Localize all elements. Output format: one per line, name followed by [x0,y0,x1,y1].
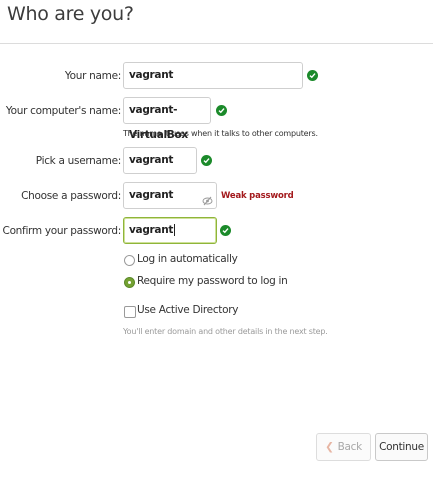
username-label: Pick a username: [35,155,122,167]
active-directory-label[interactable]: Use Active Directory [137,304,238,316]
continue-button[interactable]: Continue [375,433,428,461]
password-strength-label: Weak password [221,191,294,201]
text-cursor [174,224,176,236]
chevron-left-icon: ❮ [325,441,334,453]
login-automatically-label[interactable]: Log in automatically [137,253,238,265]
require-password-label[interactable]: Require my password to log in [137,275,288,287]
confirm-password-valid-check-icon [220,225,231,236]
eye-slash-icon[interactable] [202,191,213,210]
page-title: Who are you? [7,3,134,25]
computer-name-field[interactable]: vagrant-VirtualBox [123,97,211,141]
name-field[interactable]: vagrant [123,62,303,89]
confirm-password-label: Confirm your password: [2,225,122,237]
computer-name-label: Your computer's name: [5,105,121,117]
confirm-password-field[interactable]: vagrant [123,217,217,244]
back-button[interactable]: ❮ Back [316,433,371,461]
computer-name-hint: The name it uses when it talks to other … [123,129,318,138]
username-valid-check-icon [201,155,212,166]
require-password-radio[interactable] [124,277,135,288]
username-field[interactable]: vagrant [123,147,197,174]
login-automatically-radio[interactable] [124,255,135,266]
name-label: Your name: [64,70,121,82]
confirm-password-value: vagrant [129,224,174,236]
password-label: Choose a password: [21,190,121,202]
name-valid-check-icon [307,70,318,81]
active-directory-checkbox[interactable] [124,306,136,318]
back-button-label: Back [337,441,363,453]
title-divider [0,43,433,44]
computer-name-valid-check-icon [216,105,227,116]
active-directory-hint: You'll enter domain and other details in… [123,327,328,336]
